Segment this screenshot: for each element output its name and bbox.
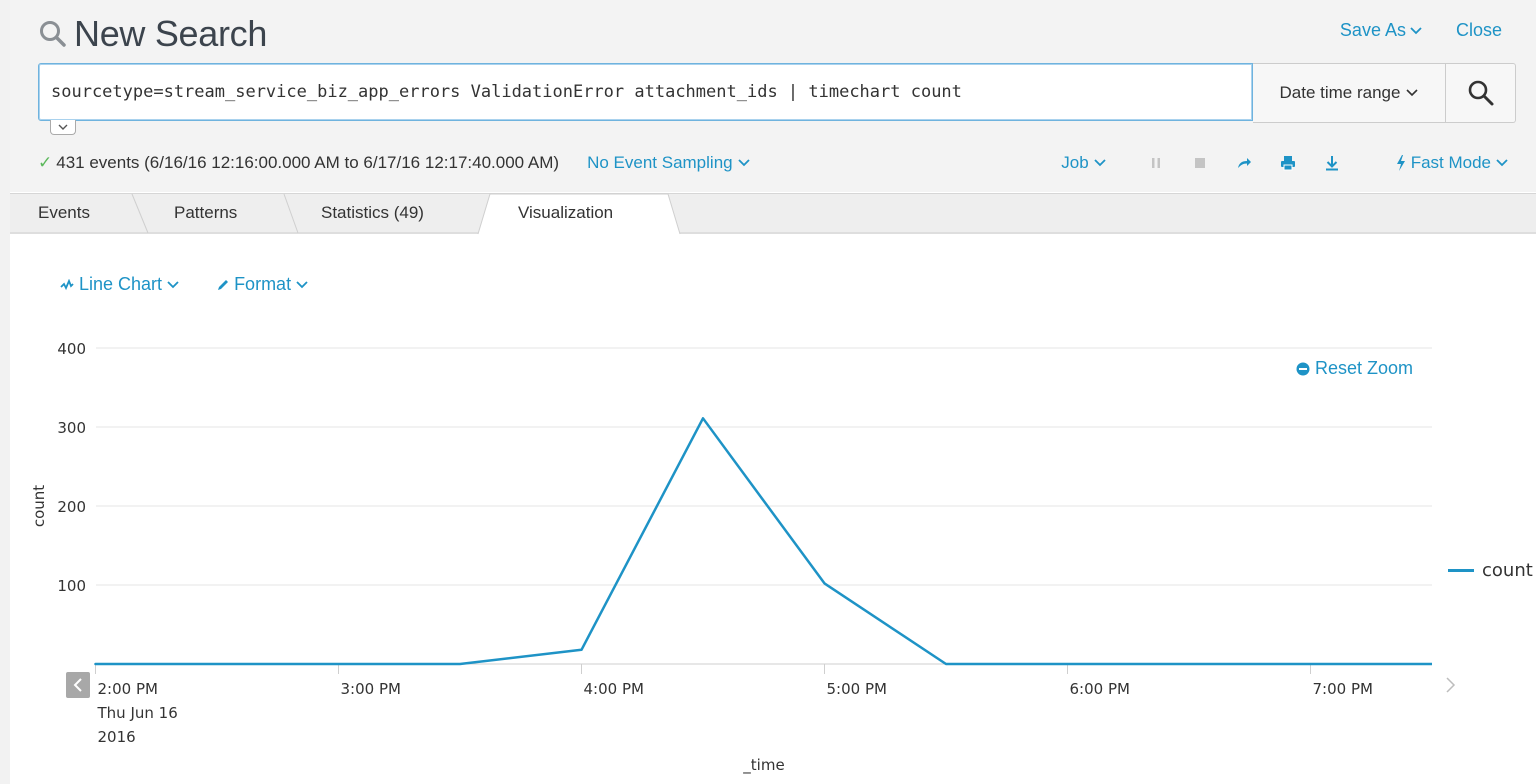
- x-tick-sublabel: Thu Jun 16: [97, 704, 178, 722]
- pan-left-button[interactable]: [66, 672, 90, 698]
- line-chart: 100 200 300 400 count 2:00 PM Thu Jun 16 2016 3:…: [30, 340, 1456, 775]
- x-tick-label: 3:00 PM: [341, 680, 401, 698]
- chevron-right-icon[interactable]: [1446, 677, 1456, 693]
- legend-swatch: [1448, 569, 1474, 572]
- y-axis-label: count: [30, 485, 48, 527]
- y-tick-label: 400: [57, 340, 86, 358]
- y-tick-label: 100: [57, 577, 86, 595]
- x-tick-label: 5:00 PM: [827, 680, 887, 698]
- series-line-count: [94, 417, 1432, 666]
- x-tick-label: 6:00 PM: [1070, 680, 1130, 698]
- legend-label: count: [1482, 560, 1533, 581]
- x-tick-sublabel: 2016: [98, 728, 136, 746]
- y-tick-label: 200: [57, 498, 86, 516]
- x-tick-label: 7:00 PM: [1313, 680, 1373, 698]
- x-axis-label: _time: [742, 756, 784, 775]
- x-tick-label: 2:00 PM: [98, 680, 158, 698]
- y-tick-label: 300: [57, 419, 86, 437]
- chart-legend[interactable]: count: [1448, 560, 1533, 581]
- x-tick-label: 4:00 PM: [584, 680, 644, 698]
